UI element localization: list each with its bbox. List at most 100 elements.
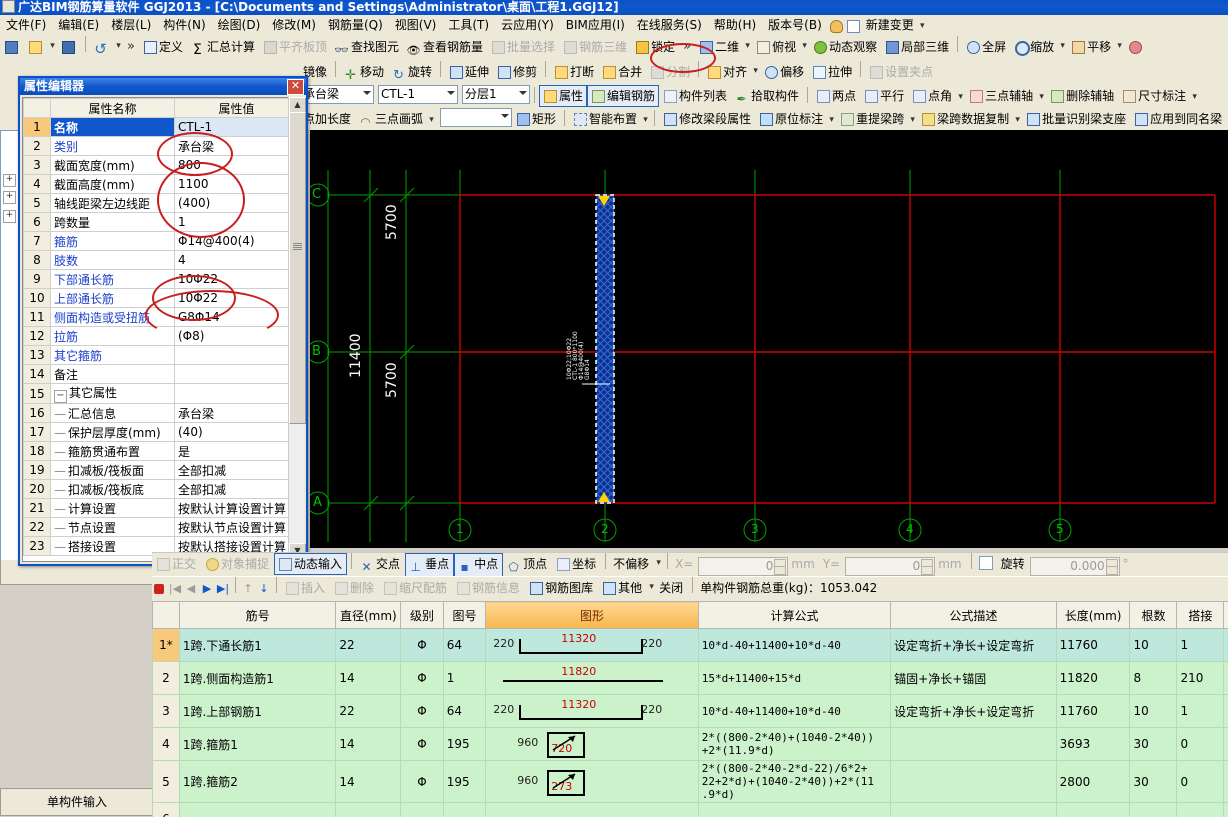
table-row[interactable]: 5 1跨.箍筋2 14 Φ 195 960 273 2*((800-2*40-2… [152, 760, 1228, 803]
row-figure-no[interactable]: 195 [442, 760, 487, 803]
define-button[interactable]: 定义 [139, 36, 187, 58]
offset-mode-label[interactable]: 不偏移 [610, 553, 654, 575]
property-row-value[interactable]: 800 [174, 155, 299, 175]
other-chevron-down-icon[interactable]: ▾ [647, 582, 656, 592]
menu-item-file[interactable]: 文件(F) [0, 15, 52, 35]
apply-same-name-button[interactable]: 应用到同名梁 [1130, 108, 1226, 130]
menu-item-floor[interactable]: 楼层(L) [105, 15, 157, 35]
break-button[interactable]: 打断 [550, 61, 598, 83]
open-folder-icon[interactable] [24, 36, 48, 58]
property-row[interactable]: 3 截面宽度(mm) 800 [23, 155, 299, 175]
row-description[interactable]: 设定弯折+净长+设定弯折 [890, 628, 1057, 662]
property-row[interactable]: 19 — 扣减板/筏板面 全部扣减 [23, 460, 299, 480]
summary-calc-button[interactable]: Σ 汇总计算 [187, 36, 259, 60]
smart-layout-button[interactable]: 智能布置 [569, 108, 641, 130]
trim-button[interactable]: 修剪 [493, 61, 541, 83]
table-row[interactable]: 2 1跨.侧面构造筋1 14 Φ 1 11820 15*d+11400+15*d… [152, 661, 1228, 695]
edit-rebar-button[interactable]: 编辑钢筋 [587, 85, 660, 107]
snap-object[interactable]: 对象捕捉 [201, 553, 274, 575]
stretch-button[interactable]: 拉伸 [808, 61, 856, 83]
offset-button[interactable]: 偏移 [760, 61, 808, 83]
point-angle-button[interactable]: 点角 [908, 85, 956, 107]
property-scrollbar[interactable]: ▲ ▼ [288, 97, 306, 560]
offset-mode-chevron-down-icon[interactable]: ▾ [654, 558, 663, 568]
two-d-chevron-down-icon[interactable]: ▾ [743, 41, 752, 51]
rebar-library-button[interactable]: 钢筋图库 [525, 577, 598, 599]
pan-chevron-down-icon[interactable]: ▾ [1115, 41, 1124, 51]
row-formula[interactable]: 10*d-40+11400+10*d-40 [697, 628, 892, 662]
row-grade[interactable] [400, 802, 444, 817]
zoom-chevron-down-icon[interactable]: ▾ [1058, 41, 1067, 51]
menu-item-help[interactable]: 帮助(H) [708, 15, 762, 35]
property-row[interactable]: 10 上部通长筋 10Φ22 [23, 288, 299, 308]
property-row-value[interactable]: Φ14@400(4) [174, 231, 299, 251]
menu-item-modify[interactable]: 修改(M) [266, 15, 322, 35]
dimension-chevron-down-icon[interactable]: ▾ [1190, 92, 1199, 102]
row-diameter[interactable]: 14 [335, 760, 402, 803]
menu-item-bim[interactable]: BIM应用(I) [560, 15, 631, 35]
row-name[interactable]: 1跨.箍筋1 [178, 727, 337, 761]
row-name[interactable]: 1跨.箍筋2 [178, 760, 337, 803]
property-row[interactable]: 14 备注 [23, 364, 299, 384]
undo-chevron-down-icon[interactable]: ▾ [114, 41, 123, 51]
view-rebar-qty-button[interactable]: 👁 查看钢筋量 [403, 36, 487, 60]
three-point-axis-chevron-down-icon[interactable]: ▾ [1037, 92, 1046, 102]
single-component-input-tab[interactable]: 单构件输入 [0, 788, 154, 816]
property-row-value[interactable]: (40) [174, 422, 299, 442]
row-shape[interactable]: 11820 [485, 661, 699, 695]
edit-beam-seg-button[interactable]: 修改梁段属性 [659, 108, 755, 130]
view-toolbar-overflow-chevron[interactable]: » [679, 36, 695, 58]
copy-span-data-chevron-down-icon[interactable]: ▾ [1013, 115, 1022, 125]
snap-intersection[interactable]: ✕ 交点 [356, 553, 405, 577]
row-description[interactable] [890, 727, 1057, 761]
toolbar-overflow-chevron[interactable]: » [123, 36, 139, 58]
pan-button[interactable]: 平移 [1067, 36, 1115, 58]
user-avatar-icon[interactable] [828, 18, 843, 33]
point-angle-chevron-down-icon[interactable]: ▾ [956, 92, 965, 102]
draw-mode-combo[interactable] [440, 108, 513, 127]
top-view-chevron-down-icon[interactable]: ▾ [800, 41, 809, 51]
property-row-value[interactable]: CTL-1 [174, 117, 299, 137]
property-row-value[interactable]: 承台梁 [174, 136, 299, 156]
nav-next-button[interactable]: ▶ [199, 580, 215, 597]
property-row-value[interactable]: 按默认节点设置计算 [174, 517, 299, 537]
rotate-checkbox[interactable] [978, 556, 993, 570]
property-row[interactable]: 1 名称 CTL-1 [23, 117, 299, 137]
merge-button[interactable]: 合并 [598, 61, 646, 83]
align-button[interactable]: 对齐 [703, 61, 751, 83]
property-row-value[interactable]: 承台梁 [174, 403, 299, 423]
property-row-value[interactable]: 是 [174, 441, 299, 461]
row-formula[interactable]: 15*d+11400+15*d [697, 661, 892, 695]
collapse-icon[interactable]: − [54, 390, 67, 403]
rotate-input[interactable]: 0.000 [1029, 557, 1120, 576]
menu-item-rebar-qty[interactable]: 钢筋量(Q) [322, 15, 389, 35]
property-row-value[interactable]: 全部扣减 [174, 460, 299, 480]
new-change-button[interactable]: 新建变更 [862, 15, 918, 35]
property-row-value[interactable] [174, 364, 299, 384]
property-row-value[interactable]: 按默认计算设置计算 [174, 498, 299, 518]
fullscreen-button[interactable]: 全屏 [962, 36, 1010, 58]
in-place-annotation-chevron-down-icon[interactable]: ▾ [827, 115, 836, 125]
three-point-axis-button[interactable]: 三点辅轴 [965, 85, 1037, 107]
snap-perpendicular[interactable]: ⊥ 垂点 [405, 553, 455, 577]
scrollbar-thumb[interactable] [289, 112, 306, 424]
row-description[interactable]: 设定弯折+净长+设定弯折 [890, 694, 1057, 728]
row-description[interactable] [890, 760, 1057, 803]
table-row[interactable]: 3 1跨.上部钢筋1 22 Φ 64 220 11320 220 10*d-40… [152, 694, 1228, 728]
in-place-annotation-button[interactable]: 原位标注 [755, 108, 827, 130]
three-point-arc-chevron-down-icon[interactable]: ▾ [427, 115, 436, 125]
row-diameter[interactable]: 14 [335, 727, 402, 761]
row-figure-no[interactable]: 64 [442, 628, 487, 662]
nav-last-button[interactable]: ▶| [215, 580, 231, 597]
row-figure-no[interactable] [442, 802, 487, 817]
rebar-detail-table-wrap[interactable]: 筋号 直径(mm) 级别 图号 图形 计算公式 公式描述 长度(mm) 根数 搭… [152, 601, 1228, 817]
menu-item-draw[interactable]: 绘图(D) [212, 15, 267, 35]
property-row[interactable]: 12 拉筋 (Φ8) [23, 326, 299, 346]
two-point-axis-button[interactable]: 两点 [812, 85, 860, 107]
extra-view-icon[interactable] [1124, 36, 1148, 58]
row-diameter[interactable] [335, 802, 402, 817]
close-rebar-panel-button[interactable]: 关闭 [656, 577, 688, 599]
row-name[interactable]: 1跨.上部钢筋1 [178, 694, 337, 728]
table-row[interactable]: 6 [152, 802, 1228, 817]
nav-prev-button[interactable]: ◀ [183, 580, 199, 597]
